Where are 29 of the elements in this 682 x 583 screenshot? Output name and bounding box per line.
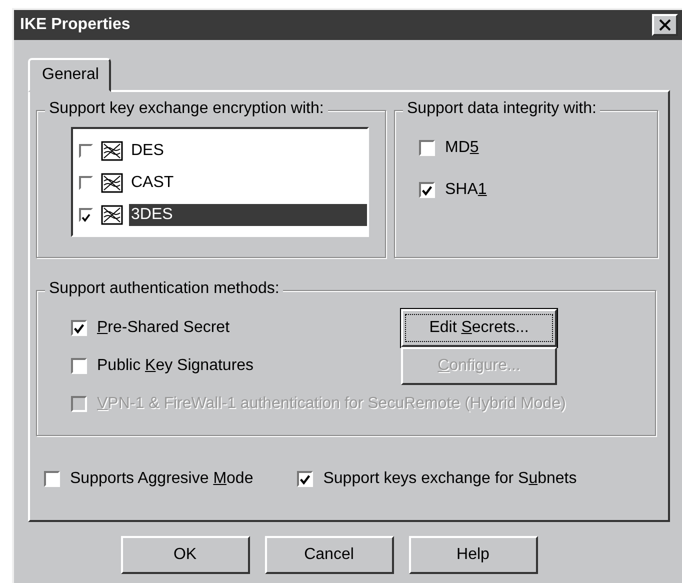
dialog-button[interactable]: Cancel (264, 536, 394, 574)
checkbox-label: Support keys exchange for Subnets (323, 470, 577, 488)
tab[interactable]: General (28, 58, 111, 92)
group-label: Support authentication methods: (45, 280, 284, 298)
list-item[interactable]: DES (129, 140, 367, 162)
checkbox[interactable] (419, 140, 435, 156)
checkbox-label: Pre-Shared Secret (97, 319, 230, 337)
dialog-button[interactable]: OK (120, 536, 250, 574)
edit-button[interactable]: Edit Secrets... (401, 309, 557, 347)
checkbox-label: Supports Aggresive Mode (70, 470, 254, 488)
checkbox[interactable] (79, 208, 93, 222)
close-button[interactable] (652, 14, 678, 36)
checkbox[interactable] (71, 320, 87, 336)
dialog-button[interactable]: Help (408, 536, 538, 574)
window-title: IKE Properties (20, 16, 130, 34)
list-item[interactable]: 3DES (129, 204, 367, 226)
list-item[interactable]: CAST (129, 172, 367, 194)
checkbox[interactable] (419, 182, 435, 198)
group-label: Support data integrity with: (403, 100, 600, 118)
group-label: Support key exchange encryption with: (45, 100, 328, 118)
encryption-list[interactable]: DES CAST 3DES (71, 127, 369, 237)
checkbox[interactable] (71, 358, 87, 374)
checkbox[interactable] (297, 471, 314, 487)
checkbox-label: Public Key Signatures (97, 357, 254, 375)
checkbox-label: SHA1 (445, 181, 487, 199)
checkbox[interactable] (44, 471, 60, 487)
checkbox-label: VPN-1 & FireWall-1 authentication for SecuRemote (Hybrid Mode) (97, 395, 566, 413)
checkbox-label: MD5 (445, 139, 479, 157)
close-icon (658, 19, 672, 31)
